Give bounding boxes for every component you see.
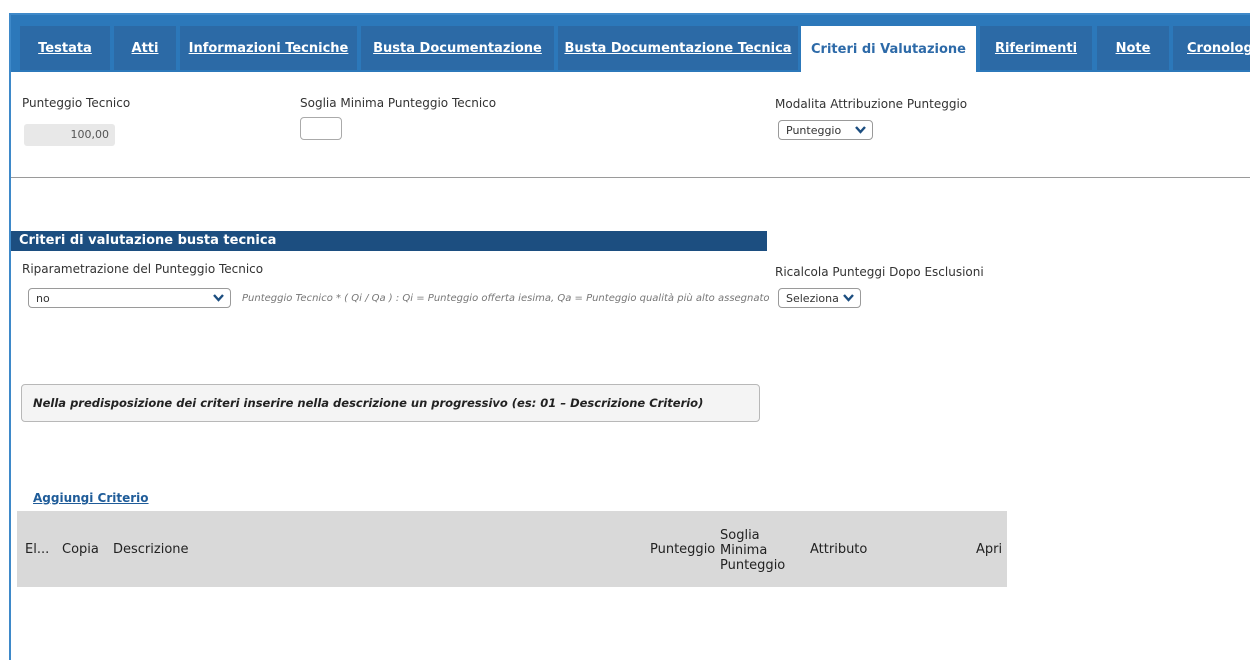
col-descrizione[interactable]: Descrizione (113, 542, 189, 557)
chevron-down-icon (855, 126, 866, 134)
col-attributo[interactable]: Attributo (810, 542, 867, 557)
modalita-attribuzione-label: Modalita Attribuzione Punteggio (775, 97, 968, 111)
aggiungi-criterio-link[interactable]: Aggiungi Criterio (33, 491, 149, 505)
tab-bar: Testata Atti Informazioni Tecniche Busta… (11, 15, 1250, 72)
divider (11, 177, 1250, 178)
chevron-down-icon (843, 294, 854, 302)
section-header: Criteri di valutazione busta tecnica (11, 231, 767, 251)
tab-atti[interactable]: Atti (114, 26, 176, 70)
ricalcola-value: Seleziona (786, 291, 839, 305)
tab-busta-documentazione[interactable]: Busta Documentazione (361, 26, 554, 70)
col-copia[interactable]: Copia (62, 542, 99, 557)
col-soglia-line2: Minima (720, 543, 768, 558)
tab-informazioni-tecniche[interactable]: Informazioni Tecniche (180, 26, 357, 70)
ricalcola-label: Ricalcola Punteggi Dopo Esclusioni (775, 265, 984, 279)
modalita-attribuzione-value: Punteggio (786, 123, 842, 137)
main-frame: Testata Atti Informazioni Tecniche Busta… (9, 13, 1250, 660)
col-soglia-line1: Soglia (720, 528, 760, 543)
riparametrazione-select[interactable]: no (28, 288, 231, 308)
punteggio-tecnico-field: 100,00 (24, 124, 115, 146)
formula-hint: Punteggio Tecnico * ( Qi / Qa ) : Qi = P… (242, 293, 770, 304)
tab-criteri-di-valutazione[interactable]: Criteri di Valutazione (801, 26, 976, 72)
col-punteggio[interactable]: Punteggio (650, 542, 715, 557)
punteggio-tecnico-label: Punteggio Tecnico (22, 96, 131, 110)
tab-riferimenti[interactable]: Riferimenti (980, 26, 1092, 70)
tab-busta-documentazione-tecnica[interactable]: Busta Documentazione Tecnica (558, 26, 798, 70)
chevron-down-icon (213, 294, 224, 302)
soglia-minima-label: Soglia Minima Punteggio Tecnico (300, 96, 497, 110)
tab-testata[interactable]: Testata (20, 26, 110, 70)
tab-note[interactable]: Note (1097, 26, 1169, 70)
col-soglia-line3: Punteggio (720, 558, 786, 573)
riparametrazione-value: no (36, 291, 50, 305)
col-apri[interactable]: Apri (976, 542, 1002, 557)
riparametrazione-label: Riparametrazione del Punteggio Tecnico (22, 262, 264, 276)
criteria-table-header: El... Copia Descrizione Punteggio Soglia… (17, 511, 1007, 587)
tab-cronologia[interactable]: Cronologia (1173, 26, 1250, 70)
soglia-minima-input[interactable] (300, 117, 342, 140)
modalita-attribuzione-select[interactable]: Punteggio (778, 120, 873, 140)
criteria-notice: Nella predisposizione dei criteri inseri… (21, 384, 760, 422)
ricalcola-select[interactable]: Seleziona (778, 288, 861, 308)
col-soglia-minima-punteggio[interactable]: Soglia Minima Punteggio (720, 528, 785, 573)
col-elimina[interactable]: El... (25, 542, 49, 557)
